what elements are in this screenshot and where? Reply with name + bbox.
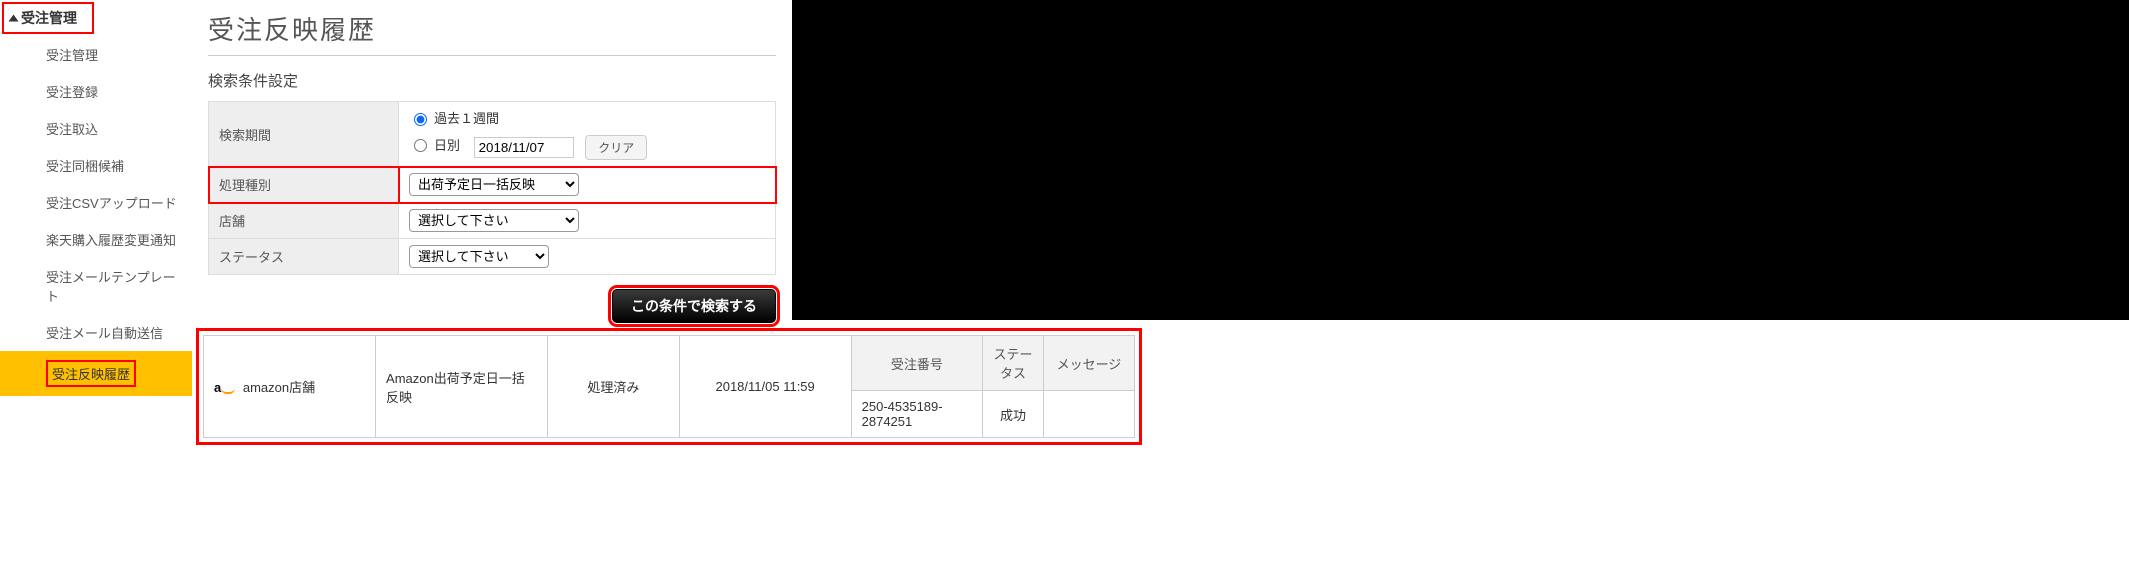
sidebar-item-label: 楽天購入履歴変更通知 — [46, 233, 176, 248]
th-order-no: 受注番号 — [851, 336, 983, 391]
search-form: 検索期間 過去１週間 日別 — [208, 101, 776, 275]
section-title: 検索条件設定 — [208, 70, 776, 91]
cell-message — [1043, 391, 1134, 438]
sidebar-item-label: 受注CSVアップロード — [46, 196, 177, 211]
radio-by-day-label: 日別 — [434, 135, 460, 154]
sidebar-item-label: 受注反映履歴 — [46, 360, 136, 387]
clear-button[interactable]: クリア — [585, 135, 647, 160]
cell-shop: a amazon店舗 — [204, 336, 376, 438]
sidebar-item-reflect-history[interactable]: 受注反映履歴 — [0, 351, 192, 396]
radio-by-day-input[interactable] — [414, 139, 427, 152]
radio-past-week-input[interactable] — [414, 113, 427, 126]
sidebar-item-csv-upload[interactable]: 受注CSVアップロード — [0, 184, 192, 221]
sidebar-head[interactable]: 受注管理 — [2, 2, 94, 34]
cell-status: 成功 — [983, 391, 1044, 438]
label-status: ステータス — [209, 239, 399, 275]
radio-by-day[interactable]: 日別 — [409, 135, 460, 154]
cell-type: Amazon出荷予定日一括反映 — [376, 336, 548, 438]
sidebar-item-label: 受注メール自動送信 — [46, 326, 163, 341]
sidebar-item-label: 受注管理 — [46, 48, 98, 63]
sidebar-item-import[interactable]: 受注取込 — [0, 110, 192, 147]
date-input[interactable] — [474, 137, 574, 158]
sidebar-head-label: 受注管理 — [21, 8, 77, 28]
label-shop: 店舗 — [209, 203, 399, 239]
table-row: a amazon店舗 Amazon出荷予定日一括反映 処理済み 2018/11/… — [204, 336, 1135, 391]
amazon-icon: a — [214, 380, 235, 395]
cell-shop-text: amazon店舗 — [243, 380, 315, 395]
sidebar-item-label: 受注取込 — [46, 122, 98, 137]
select-type[interactable]: 出荷予定日一括反映 — [409, 173, 579, 196]
results-table: a amazon店舗 Amazon出荷予定日一括反映 処理済み 2018/11/… — [203, 335, 1135, 438]
sidebar-item-mail-auto[interactable]: 受注メール自動送信 — [0, 314, 192, 351]
sidebar-item-rakuten-history[interactable]: 楽天購入履歴変更通知 — [0, 221, 192, 258]
cell-state: 処理済み — [548, 336, 680, 438]
select-status[interactable]: 選択して下さい — [409, 245, 549, 268]
sidebar-item-bundle[interactable]: 受注同梱候補 — [0, 147, 192, 184]
sidebar-item-register[interactable]: 受注登録 — [0, 73, 192, 110]
sidebar-item-label: 受注メールテンプレート — [46, 270, 176, 304]
cell-order-no: 250-4535189-2874251 — [851, 391, 983, 438]
sidebar-item-mail-template[interactable]: 受注メールテンプレート — [0, 258, 192, 314]
sidebar-item-orders[interactable]: 受注管理 — [0, 36, 192, 73]
main-panel: 受注反映履歴 検索条件設定 検索期間 過去１週間 — [192, 0, 792, 320]
select-shop[interactable]: 選択して下さい — [409, 209, 579, 232]
label-type: 処理種別 — [209, 167, 399, 203]
th-status: ステータス — [983, 336, 1044, 391]
label-period: 検索期間 — [209, 102, 399, 167]
radio-past-week-label: 過去１週間 — [434, 108, 499, 127]
sidebar-item-label: 受注同梱候補 — [46, 159, 124, 174]
results-panel: a amazon店舗 Amazon出荷予定日一括反映 処理済み 2018/11/… — [196, 328, 1142, 445]
search-button[interactable]: この条件で検索する — [612, 289, 776, 323]
sidebar: 受注管理 受注管理 受注登録 受注取込 受注同梱候補 受注CSVアップロード 楽… — [0, 0, 192, 396]
cell-time: 2018/11/05 11:59 — [679, 336, 851, 438]
th-message: メッセージ — [1043, 336, 1134, 391]
sidebar-item-label: 受注登録 — [46, 85, 98, 100]
radio-past-week[interactable]: 過去１週間 — [409, 108, 499, 127]
page-title: 受注反映履歴 — [208, 6, 776, 56]
collapse-icon — [9, 15, 19, 22]
